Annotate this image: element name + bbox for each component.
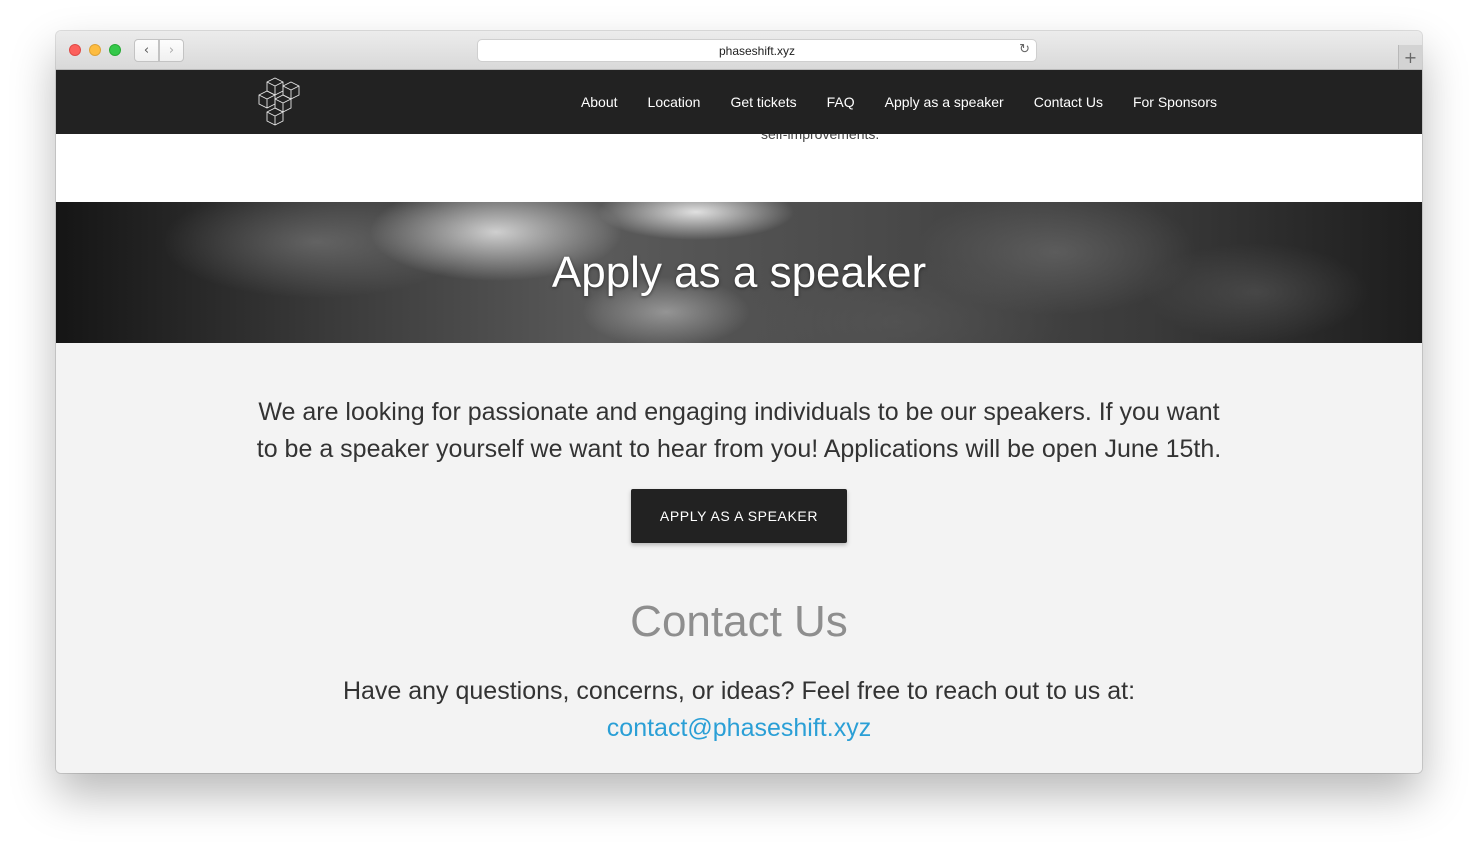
nav-links: About Location Get tickets FAQ Apply as …: [551, 70, 1217, 134]
hero-title: Apply as a speaker: [551, 248, 927, 297]
nav-link-location[interactable]: Location: [648, 94, 701, 110]
minimize-window-icon[interactable]: [89, 44, 101, 56]
contact-title: Contact Us: [630, 597, 848, 646]
contact-description: Have any questions, concerns, or ideas? …: [342, 677, 1136, 705]
reload-icon[interactable]: ↻: [1019, 42, 1030, 57]
nav-link-about[interactable]: About: [581, 94, 618, 110]
phaseshift-logo-icon[interactable]: [258, 76, 308, 130]
plus-icon: +: [1403, 47, 1418, 67]
nav-link-sponsors[interactable]: For Sponsors: [1133, 94, 1217, 110]
nav-link-apply-speaker[interactable]: Apply as a speaker: [885, 94, 1004, 110]
chevron-right-icon: ›: [168, 43, 175, 58]
chevron-left-icon: ‹: [143, 43, 150, 58]
nav-link-contact[interactable]: Contact Us: [1034, 94, 1103, 110]
speaker-description: We are looking for passionate and engagi…: [256, 398, 1222, 463]
previous-section: [56, 134, 1422, 202]
browser-window: ‹ › phaseshift.xyz ↻ + self-improvements…: [56, 31, 1422, 773]
url-text: phaseshift.xyz: [718, 43, 796, 58]
speaker-hero-banner: Apply as a speaker: [56, 202, 1422, 343]
browser-titlebar: ‹ › phaseshift.xyz ↻ +: [56, 31, 1422, 70]
nav-link-get-tickets[interactable]: Get tickets: [730, 94, 796, 110]
new-tab-button[interactable]: +: [1398, 45, 1422, 69]
contact-email-link[interactable]: contact@phaseshift.xyz: [56, 710, 1422, 747]
page-viewport[interactable]: self-improvements. About Location Get ti…: [56, 70, 1422, 773]
site-navbar: About Location Get tickets FAQ Apply as …: [56, 70, 1422, 134]
back-button[interactable]: ‹: [134, 39, 159, 62]
zoom-window-icon[interactable]: [109, 44, 121, 56]
nav-link-faq[interactable]: FAQ: [827, 94, 855, 110]
forward-button[interactable]: ›: [159, 39, 184, 62]
close-window-icon[interactable]: [69, 44, 81, 56]
address-bar[interactable]: phaseshift.xyz ↻: [477, 39, 1037, 62]
apply-speaker-button[interactable]: APPLY AS A SPEAKER: [631, 489, 847, 543]
